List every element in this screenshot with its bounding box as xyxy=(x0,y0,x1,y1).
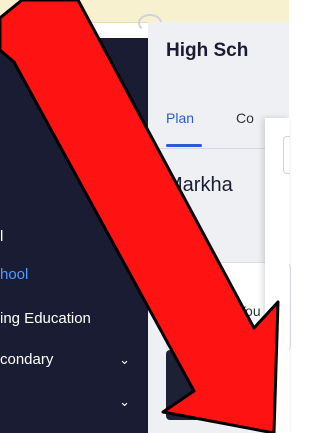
sidebar-item-high-school[interactable]: hool xyxy=(0,264,148,286)
sidebar-item-label: hool xyxy=(0,266,29,283)
chevron-down-icon[interactable]: ⌄ xyxy=(119,391,130,413)
sidebar-nav: l hool ing Education condary ⌄ ⌄ xyxy=(0,38,148,433)
chevron-down-icon[interactable]: ⌄ xyxy=(119,349,130,371)
tab-plan[interactable]: Plan xyxy=(166,110,194,126)
page-title: High Sch xyxy=(166,40,249,61)
sidebar-item-label: ing Education xyxy=(0,310,91,327)
tab-other[interactable]: Co xyxy=(236,110,254,126)
top-banner xyxy=(0,0,289,32)
sidebar-item-label: l xyxy=(0,228,4,245)
active-tab-indicator xyxy=(166,144,202,147)
sidebar-item-label: condary xyxy=(0,351,54,368)
sidebar-item-1[interactable]: l xyxy=(0,226,148,248)
sidebar-item-continuing-education[interactable]: ing Education xyxy=(0,308,148,330)
sidebar-item-postsecondary[interactable]: condary ⌄ xyxy=(0,349,148,371)
info-card-text: You xyxy=(237,303,261,319)
side-dialog xyxy=(265,118,290,433)
dialog-input[interactable] xyxy=(283,136,290,174)
location-heading: Markha xyxy=(166,174,233,196)
sidebar-item-expandable[interactable]: ⌄ xyxy=(0,391,148,413)
